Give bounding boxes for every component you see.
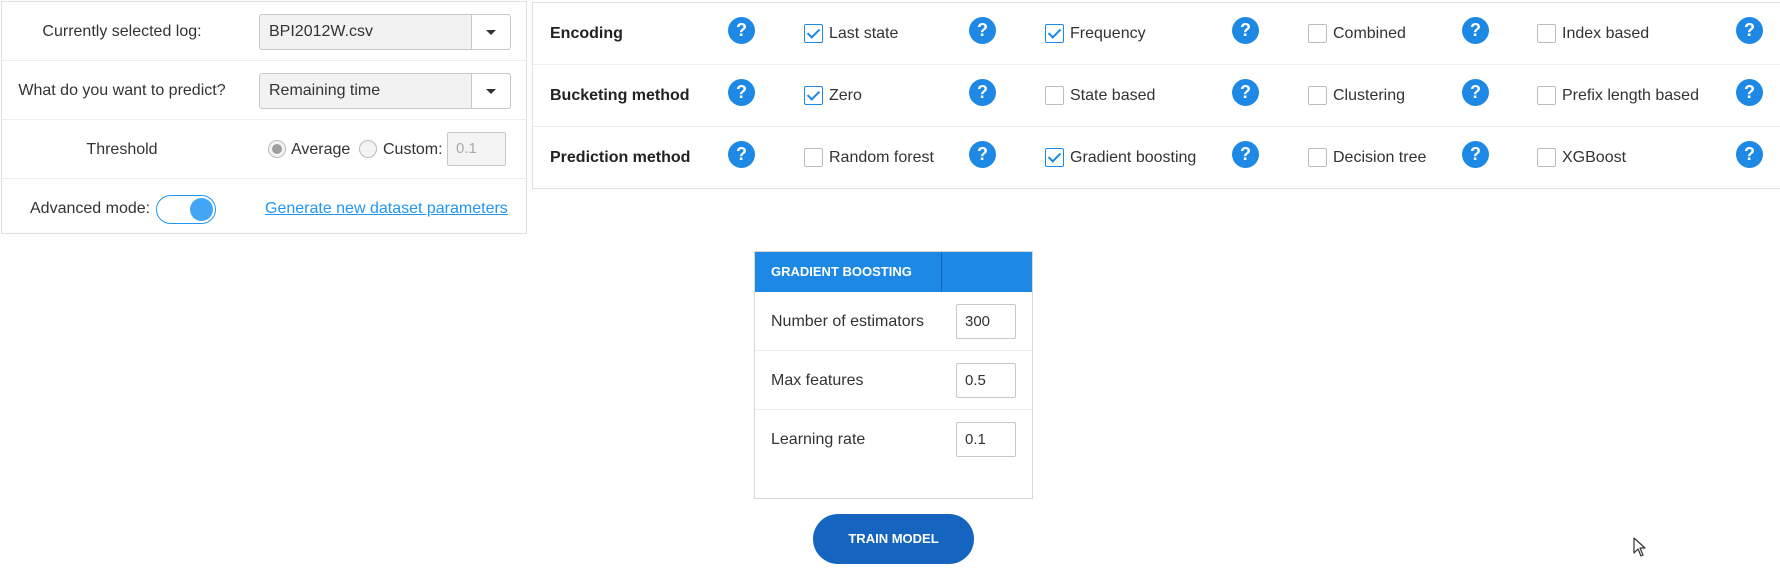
option-label: Prefix length based [1562,87,1699,104]
checkbox[interactable] [1045,86,1064,105]
log-label: Currently selected log: [42,23,202,40]
max-features-label: Max features [771,372,864,389]
card-header: GRADIENT BOOSTING [755,252,1032,292]
learning-rate-label: Learning rate [771,431,866,448]
num-estimators-label: Number of estimators [771,313,924,330]
help-icon[interactable]: ? [1232,141,1259,168]
advanced-row: Advanced mode: Generate new dataset para… [2,179,526,238]
field-row: Max features 0.5 [755,351,1032,410]
log-select-toggle[interactable] [471,15,510,49]
option-label: Frequency [1070,25,1146,42]
predict-select-value: Remaining time [269,82,381,99]
threshold-label: Threshold [86,141,158,158]
help-icon[interactable]: ? [969,141,996,168]
help-icon[interactable]: ? [1736,79,1763,106]
advanced-mode-toggle[interactable] [156,195,216,224]
field-row: Number of estimators 300 [755,292,1032,351]
caret-down-icon [486,30,496,35]
checkbox[interactable] [804,24,823,43]
help-icon[interactable]: ? [1462,79,1489,106]
predict-label: What do you want to predict? [18,82,226,99]
prediction-label: Prediction method [550,149,691,166]
threshold-average-radio[interactable] [268,140,286,158]
help-icon[interactable]: ? [728,141,755,168]
option-label: Zero [829,87,862,104]
methods-panel: Encoding ? Last state ? Frequency ? Comb… [532,2,1780,189]
checkbox[interactable] [1308,86,1327,105]
threshold-average-label: Average [291,141,351,158]
generate-dataset-parameters-link[interactable]: Generate new dataset parameters [265,179,508,238]
learning-rate-input[interactable]: 0.1 [956,422,1016,457]
gradient-boosting-card: GRADIENT BOOSTING Number of estimators 3… [754,251,1033,499]
checkbox[interactable] [1308,148,1327,167]
option-label: Combined [1333,25,1406,42]
checkbox[interactable] [1537,24,1556,43]
option-label: Decision tree [1333,149,1427,166]
predict-row: What do you want to predict? Remaining t… [2,61,526,120]
checkbox[interactable] [1045,24,1064,43]
help-icon[interactable]: ? [1736,17,1763,44]
dataset-settings-panel: Currently selected log: BPI2012W.csv Wha… [1,1,527,234]
train-model-button[interactable]: TRAIN MODEL [813,514,974,564]
option-label: XGBoost [1562,149,1627,166]
checkbox[interactable] [1537,86,1556,105]
advanced-mode-label: Advanced mode: [30,200,151,217]
help-icon[interactable]: ? [1736,141,1763,168]
checkbox[interactable] [1045,148,1064,167]
checkbox[interactable] [1308,24,1327,43]
option-label: Clustering [1333,87,1406,104]
help-icon[interactable]: ? [1232,79,1259,106]
help-icon[interactable]: ? [1462,141,1489,168]
option-label: Random forest [829,149,934,166]
help-icon[interactable]: ? [1232,17,1259,44]
help-icon[interactable]: ? [969,79,996,106]
toggle-knob [190,198,213,221]
card-title: GRADIENT BOOSTING [771,264,912,279]
log-select-value: BPI2012W.csv [269,23,374,40]
help-icon[interactable]: ? [969,17,996,44]
log-row: Currently selected log: BPI2012W.csv [2,2,526,61]
threshold-custom-label: Custom: [383,141,443,158]
option-label: Last state [829,25,899,42]
option-label: Gradient boosting [1070,149,1197,166]
field-row: Learning rate 0.1 [755,410,1032,469]
bucketing-label: Bucketing method [550,87,690,104]
encoding-label: Encoding [550,25,623,42]
bucketing-row: Bucketing method ? Zero ? State based ? … [533,65,1780,127]
num-estimators-input[interactable]: 300 [956,304,1016,339]
help-icon[interactable]: ? [1462,17,1489,44]
option-label: Index based [1562,25,1650,42]
help-icon[interactable]: ? [728,79,755,106]
max-features-input[interactable]: 0.5 [956,363,1016,398]
header-divider [941,252,942,292]
option-label: State based [1070,87,1156,104]
checkbox[interactable] [804,148,823,167]
help-icon[interactable]: ? [728,17,755,44]
threshold-custom-input[interactable]: 0.1 [447,132,506,166]
predict-select-toggle[interactable] [471,74,510,108]
caret-down-icon [486,89,496,94]
checkbox[interactable] [804,86,823,105]
checkbox[interactable] [1537,148,1556,167]
predict-select[interactable]: Remaining time [259,73,511,109]
encoding-row: Encoding ? Last state ? Frequency ? Comb… [533,3,1780,65]
prediction-row: Prediction method ? Random forest ? Grad… [533,127,1780,189]
log-select[interactable]: BPI2012W.csv [259,14,511,50]
threshold-row: Threshold Average Custom: 0.1 [2,120,526,179]
threshold-custom-radio[interactable] [359,140,377,158]
mouse-cursor-icon [1633,537,1646,557]
